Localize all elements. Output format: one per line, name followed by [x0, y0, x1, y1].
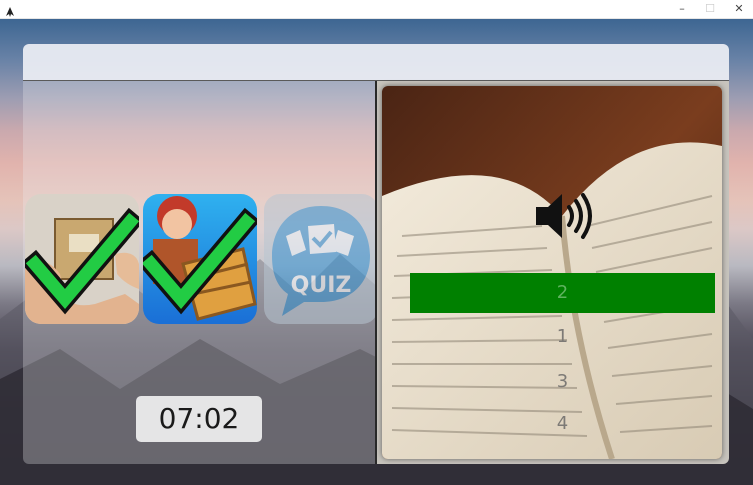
- app-window: QUIZ 07:02 2 1 3 4: [23, 44, 729, 464]
- answer-option-3[interactable]: 3: [410, 362, 715, 402]
- close-button[interactable]: ✕: [725, 0, 753, 18]
- check-icon: [25, 207, 139, 315]
- answer-option-2[interactable]: 2: [410, 273, 715, 313]
- answer-option-4[interactable]: 4: [410, 404, 715, 444]
- minimize-button[interactable]: –: [668, 0, 696, 18]
- app-icon: [4, 3, 16, 17]
- speaker-icon[interactable]: [534, 188, 596, 244]
- window-titlebar: – ☐ ✕: [0, 0, 753, 19]
- game-tile-boy-crate[interactable]: [143, 194, 257, 324]
- answer-option-1[interactable]: 1: [410, 317, 715, 357]
- game-tile-quiz[interactable]: QUIZ: [264, 194, 378, 324]
- games-panel: QUIZ 07:02: [23, 81, 378, 464]
- question-panel: 2 1 3 4: [377, 81, 729, 464]
- game-tile-hands-box[interactable]: [25, 194, 139, 324]
- app-header: [23, 44, 729, 81]
- book-background-image: 2 1 3 4: [382, 86, 722, 459]
- svg-text:QUIZ: QUIZ: [291, 273, 352, 298]
- check-icon: [143, 207, 257, 315]
- countdown-timer: 07:02: [136, 396, 262, 442]
- maximize-button[interactable]: ☐: [696, 0, 724, 18]
